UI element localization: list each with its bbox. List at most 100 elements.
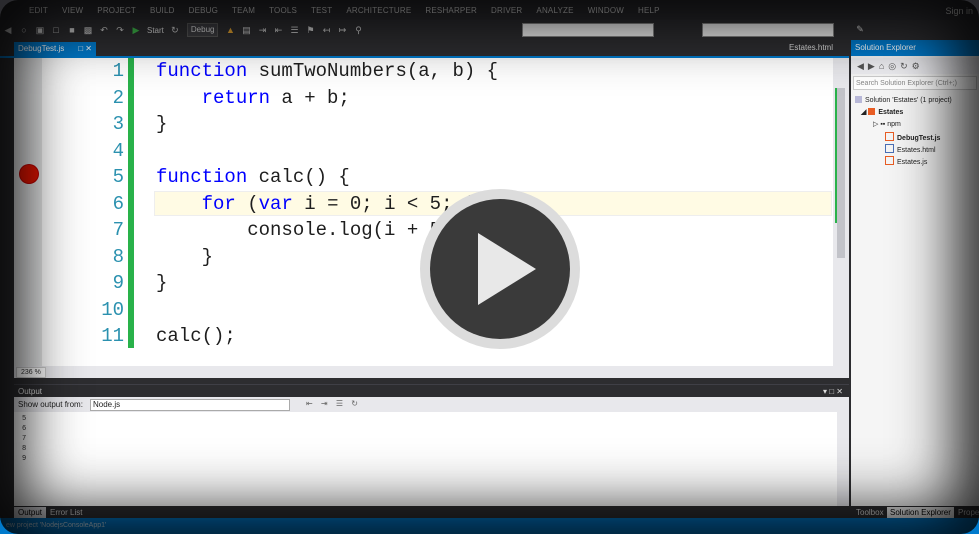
line-number: 4 [112,139,124,162]
search-combo[interactable] [702,23,834,37]
line-number: 2 [112,86,124,109]
line-number: 9 [112,272,124,294]
menu-test[interactable]: TEST [304,6,339,15]
editor-scrollbar[interactable] [833,58,849,366]
line-number: 11 [101,325,124,347]
output-line: 8 [22,445,27,453]
code-text: function sumTwoNumbers(a, b) { [156,60,499,82]
line-number: 6 [112,192,124,215]
scroll-thumb[interactable] [837,88,845,258]
configuration-select[interactable]: Debug [186,23,219,37]
project-label: Estates [878,109,904,116]
menu-edit[interactable]: EDIT [22,6,55,15]
code-line[interactable]: 4 [14,138,849,164]
back-icon[interactable]: ◀ [3,25,13,35]
line-number: 5 [112,166,124,188]
menu-debug[interactable]: DEBUG [182,6,225,15]
output-scrollbar[interactable] [837,412,849,506]
file-estates-html[interactable]: Estates.html [885,144,936,156]
zoom-level[interactable]: 236 % [16,367,46,378]
new-project-icon[interactable]: ▣ [35,25,45,35]
refresh-icon[interactable]: ↻ [170,25,180,35]
output-line: 7 [22,435,27,443]
menu-architecture[interactable]: ARCHITECTURE [339,6,418,15]
save-icon[interactable]: ■ [67,25,77,35]
output-source-select[interactable]: Node.js [90,399,290,411]
code-text: function calc() { [156,166,350,188]
start-play-icon[interactable]: ▶ [131,25,141,35]
solution-explorer-title: Solution Explorer [851,40,979,56]
tab-output[interactable]: Output [14,507,47,518]
video-play-button[interactable] [418,187,582,351]
file-label: Estates.js [897,159,928,166]
start-button[interactable]: Start [147,26,164,35]
file-debugtest[interactable]: DebugTest.js [885,132,940,144]
menu-project[interactable]: PROJECT [90,6,143,15]
pin-icon[interactable]: ✎ [855,24,865,34]
code-line[interactable]: 3} [14,111,849,137]
open-icon[interactable]: □ [51,25,61,35]
tab-properties[interactable]: Prope [955,507,979,518]
output-panel-title: Output ▾ □ ✕ [14,384,849,397]
sign-in-link[interactable]: Sign in [945,6,973,16]
status-bar: ew project 'NodejsConsoleApp1' [0,518,979,534]
menu-window[interactable]: WINDOW [581,6,631,15]
file-estates-js[interactable]: Estates.js [885,156,927,168]
tab-error-list[interactable]: Error List [46,507,86,518]
code-line[interactable]: 2 return a + b; [14,85,849,111]
solution-search-input[interactable]: Search Solution Explorer (Ctrl+;) [853,76,977,90]
line-number: 3 [112,113,124,135]
code-line[interactable]: 1 function sumTwoNumbers(a, b) { [14,58,849,84]
comment-icon[interactable]: ☰ [289,25,299,35]
redo-icon[interactable]: ↷ [115,25,125,35]
save-all-icon[interactable]: ▩ [83,25,93,35]
browser-link-icon[interactable]: ▲ [225,25,235,35]
output-text-area[interactable]: 5 6 7 8 9 [14,412,849,506]
tab-toolbox[interactable]: Toolbox [853,507,887,518]
tab-estates-html[interactable]: Estates.html [789,43,833,52]
code-text: } [156,113,168,135]
solution-explorer: Solution Explorer ◀▶⌂◎↻⚙ Search Solution… [851,40,979,518]
undo-icon[interactable]: ↶ [99,25,109,35]
outdent-icon[interactable]: ⇤ [273,25,283,35]
format-icon[interactable]: ▤ [241,25,251,35]
menu-driver[interactable]: DRIVER [484,6,529,15]
menu-bar: EDIT VIEW PROJECT BUILD DEBUG TEAM TOOLS… [0,0,979,20]
line-number: 7 [112,219,124,241]
expand-icon[interactable]: ◢ [861,109,868,116]
document-tab-strip: DebugTest.js □ ✕ Estates.html [0,40,849,58]
menu-view[interactable]: VIEW [55,6,90,15]
output-actions-icon[interactable]: ⇤ ⇥ ☰ ↻ [306,399,361,408]
find-icon[interactable]: ⚲ [353,25,363,35]
solution-node[interactable]: Solution 'Estates' (1 project) [855,96,952,106]
prev-bookmark-icon[interactable]: ↤ [321,25,331,35]
menu-team[interactable]: TEAM [225,6,262,15]
code-text: console.log(i + 5 [156,219,442,241]
line-number: 8 [112,245,124,268]
menu-analyze[interactable]: ANALYZE [529,6,580,15]
solution-label: Solution 'Estates' (1 project) [865,97,952,104]
file-label: Estates.html [897,147,936,154]
tab-solution-explorer[interactable]: Solution Explorer [887,507,954,518]
close-icon[interactable]: □ ✕ [78,42,92,56]
next-bookmark-icon[interactable]: ↦ [337,25,347,35]
menu-build[interactable]: BUILD [143,6,182,15]
npm-node[interactable]: ▷ ▪▪ npm [873,120,901,130]
ide-window: EDIT VIEW PROJECT BUILD DEBUG TEAM TOOLS… [0,0,979,534]
solution-toolbar-icons[interactable]: ◀▶⌂◎↻⚙ [851,58,979,74]
bookmark-icon[interactable]: ⚑ [305,25,315,35]
project-node[interactable]: ◢ Estates [861,108,903,118]
menu-help[interactable]: HELP [631,6,667,15]
indent-icon[interactable]: ⇥ [257,25,267,35]
menu-resharper[interactable]: RESHARPER [418,6,484,15]
line-number: 10 [101,298,124,321]
code-text: calc(); [156,325,236,347]
menu-tools[interactable]: TOOLS [262,6,304,15]
code-text: } [156,245,214,268]
forward-icon[interactable]: ○ [19,25,29,35]
file-label: DebugTest.js [897,135,941,142]
find-combo[interactable] [522,23,654,37]
bottom-tab-strip: Output Error List [14,506,849,518]
line-number: 1 [112,60,124,82]
tab-debugtest[interactable]: DebugTest.js □ ✕ [14,42,96,56]
